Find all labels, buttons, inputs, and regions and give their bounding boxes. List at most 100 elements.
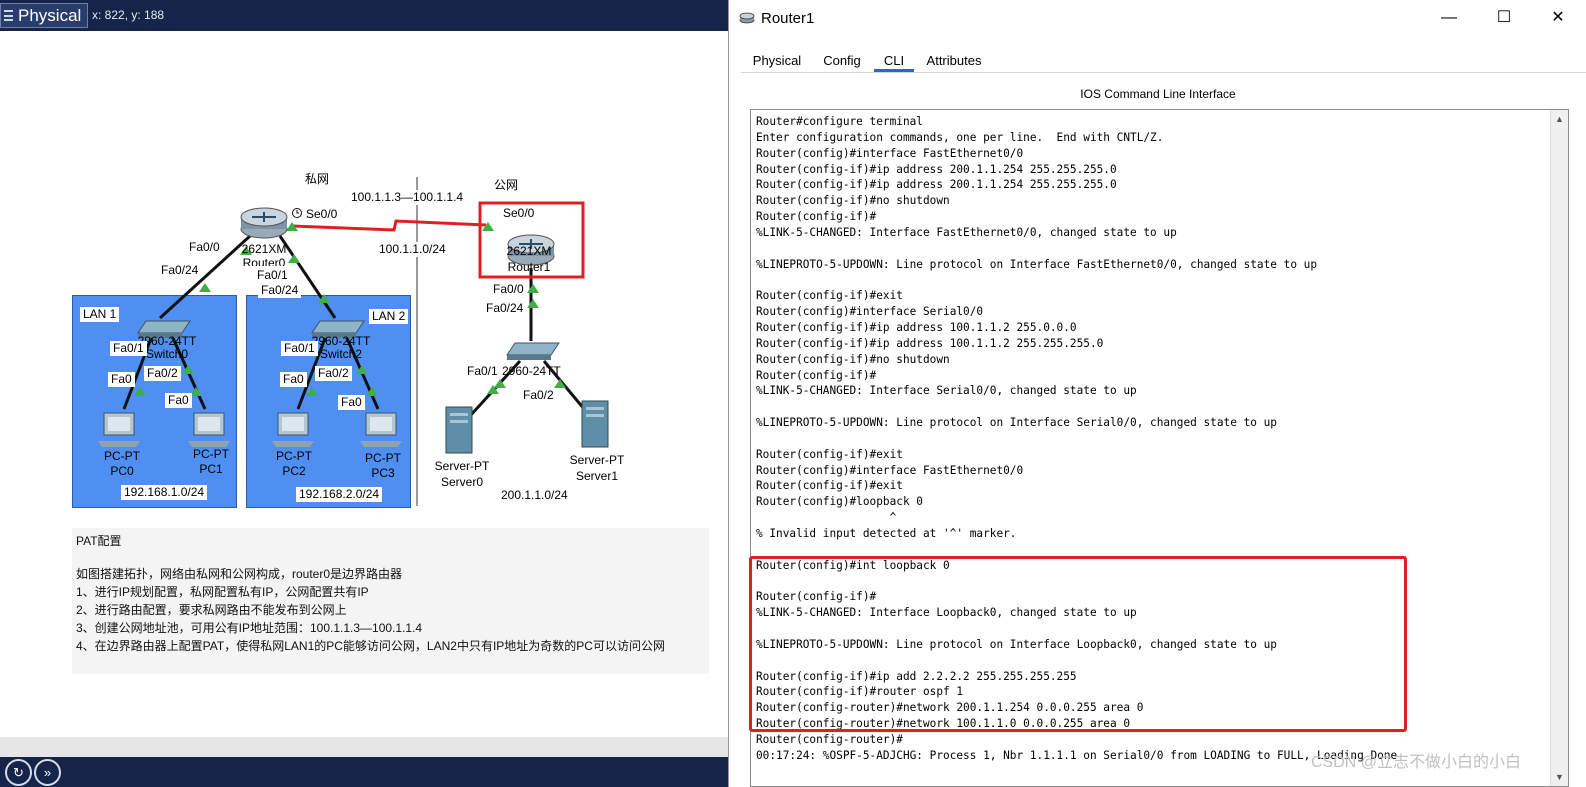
router0-device bbox=[240, 207, 288, 239]
router1-fa00-peer-label: Fa0/24 bbox=[483, 301, 527, 316]
simulation-toolbar: ↻ » bbox=[0, 757, 728, 787]
fast-forward-icon[interactable]: » bbox=[34, 759, 61, 786]
maximize-icon[interactable]: ☐ bbox=[1489, 6, 1519, 30]
public-switch-label: 2960-24TT bbox=[502, 364, 561, 378]
public-switch-fa01-label: Fa0/1 bbox=[464, 364, 501, 379]
horizontal-scrollbar[interactable] bbox=[0, 737, 728, 757]
terminal-line: Router(config-if)# bbox=[756, 368, 877, 382]
router0-name-label: Router0 bbox=[242, 256, 286, 266]
server1-type-label: Server-PT bbox=[569, 453, 625, 467]
terminal-line: Router(config)#interface FastEthernet0/0 bbox=[756, 463, 1024, 477]
note-title: PAT配置 bbox=[76, 534, 122, 548]
terminal-line: Router(config-if)#exit bbox=[756, 479, 903, 493]
pc0-type-label: PC-PT bbox=[104, 449, 140, 463]
terminal-line: Router(config-if)# bbox=[756, 210, 877, 224]
router0-model-label: 2621XM bbox=[241, 242, 287, 256]
terminal-line: Router(config-if)#no shutdown bbox=[756, 352, 950, 366]
pc2-device bbox=[272, 412, 314, 447]
router0-serial-label: Se0/0 bbox=[306, 207, 338, 221]
switch-public-device bbox=[506, 342, 560, 360]
terminal-line: Router(config-if)#ip address 200.1.1.254… bbox=[756, 162, 1117, 176]
private-network-label: 私网 bbox=[305, 172, 330, 186]
terminal-line: Router(config-if)#ip address 100.1.1.2 2… bbox=[756, 336, 1104, 350]
router0-fa00-label: Fa0/0 bbox=[186, 240, 223, 255]
server0-device bbox=[445, 406, 473, 454]
terminal-line: %LINK-5-CHANGED: Interface FastEthernet0… bbox=[756, 225, 1177, 239]
terminal-line: %LINEPROTO-5-UPDOWN: Line protocol on In… bbox=[756, 257, 1318, 271]
router1-serial-label: Se0/0 bbox=[503, 206, 535, 220]
router0-fa01-peer-label: Fa0/24 bbox=[258, 283, 302, 298]
terminal-line: Router(config-if)#ip address 100.1.1.2 2… bbox=[756, 320, 1077, 334]
minimize-icon[interactable]: — bbox=[1434, 6, 1464, 30]
pc2-type-label: PC-PT bbox=[276, 449, 312, 463]
pc1-type-label: PC-PT bbox=[193, 447, 229, 461]
cli-heading: IOS Command Line Interface bbox=[1080, 87, 1236, 101]
window-title: Router1 bbox=[761, 10, 815, 27]
public-network-label: 公网 bbox=[494, 178, 519, 192]
lan2-subnet-label: 192.168.2.0/24 bbox=[296, 487, 383, 502]
switch2-label: 2960-24TT Switch2 bbox=[311, 335, 371, 361]
close-icon[interactable]: ✕ bbox=[1543, 6, 1573, 30]
pc2-name-label: PC2 bbox=[282, 464, 306, 478]
workspace-panel: Physical x: 822, y: 188 私网 公网 100.1.1.3—… bbox=[0, 0, 728, 787]
physical-mode-tab[interactable]: Physical bbox=[0, 3, 88, 28]
terminal-line: % Invalid input detected at '^' marker. bbox=[756, 526, 1017, 540]
pc3-name-label: PC3 bbox=[371, 466, 395, 480]
watermark-text: CSDN @立志不做小白的小白 bbox=[1311, 754, 1522, 771]
server1-name-label: Server1 bbox=[575, 469, 619, 483]
terminal-line: %LINK-5-CHANGED: Interface Serial0/0, ch… bbox=[756, 384, 1137, 398]
terminal-line: 00:17:24: %OSPF-5-ADJCHG: Process 1, Nbr… bbox=[756, 748, 1398, 762]
terminal-line: Router(config)#interface Serial0/0 bbox=[756, 305, 984, 319]
router0-fa01-label: Fa0/1 bbox=[254, 268, 291, 283]
server0-type-label: Server-PT bbox=[434, 459, 490, 473]
public-switch-fa02-label: Fa0/2 bbox=[520, 388, 557, 403]
pc1-name-label: PC1 bbox=[199, 462, 223, 476]
workspace-toolbar: Physical x: 822, y: 188 bbox=[0, 0, 728, 31]
terminal-line: Router(config-if)#exit bbox=[756, 289, 903, 303]
server0-name-label: Server0 bbox=[440, 475, 484, 489]
tab-cli[interactable]: CLI bbox=[874, 50, 914, 72]
terminal-scrollbar[interactable]: ▲ ▼ bbox=[1550, 110, 1568, 786]
physical-mode-label: Physical bbox=[18, 6, 82, 25]
pc3-type-label: PC-PT bbox=[365, 451, 401, 465]
pc0-name-label: PC0 bbox=[110, 464, 134, 478]
wan-subnet-label: 100.1.1.0/24 bbox=[376, 242, 449, 257]
terminal-line: %LINEPROTO-5-UPDOWN: Line protocol on In… bbox=[756, 416, 1277, 430]
pc3-device bbox=[360, 412, 402, 447]
terminal-line: Router(config-if)#no shutdown bbox=[756, 194, 950, 208]
tab-config[interactable]: Config bbox=[819, 50, 865, 72]
router1-name-label: Router1 bbox=[507, 260, 551, 274]
scroll-up-icon[interactable]: ▲ bbox=[1555, 114, 1564, 124]
pc1-port-label: Fa0 bbox=[165, 393, 192, 408]
instruction-note[interactable]: PAT配置 如图搭建拓扑，网络由私网和公网构成，router0是边界路由器 1、… bbox=[72, 528, 709, 674]
terminal-line: Router(config-if)#exit bbox=[756, 447, 903, 461]
cursor-coordinates: x: 822, y: 188 bbox=[92, 8, 165, 22]
server1-device bbox=[581, 400, 609, 448]
tab-attributes[interactable]: Attributes bbox=[922, 50, 986, 72]
terminal-line: Router(config-router)# bbox=[756, 732, 903, 746]
reset-time-icon[interactable]: ↻ bbox=[5, 759, 32, 786]
address-pool-label: 100.1.1.3—100.1.1.4 bbox=[348, 190, 467, 205]
tab-physical[interactable]: Physical bbox=[749, 50, 805, 72]
switch2-fa01-label: Fa0/1 bbox=[281, 341, 318, 356]
pc0-port-label: Fa0 bbox=[108, 372, 135, 387]
lan1-subnet-label: 192.168.1.0/24 bbox=[121, 485, 208, 500]
note-line: 2、进行路由配置，要求私网路由不能发布到公网上 bbox=[76, 603, 347, 617]
pc0-device bbox=[98, 412, 140, 447]
switch0-fa02-label: Fa0/2 bbox=[144, 366, 181, 381]
router-app-icon bbox=[739, 12, 755, 24]
note-line: 4、在边界路由器上配置PAT，使得私网LAN1的PC能够访问公网，LAN2中只有… bbox=[76, 639, 665, 653]
switch2-fa02-label: Fa0/2 bbox=[315, 366, 352, 381]
scroll-down-icon[interactable]: ▼ bbox=[1555, 772, 1564, 782]
pc2-port-label: Fa0 bbox=[280, 372, 307, 387]
switch0-fa01-label: Fa0/1 bbox=[110, 341, 147, 356]
menu-icon bbox=[4, 10, 13, 21]
lan2-label: LAN 2 bbox=[369, 309, 409, 324]
router1-model-label: 2621XM bbox=[506, 244, 552, 258]
pc3-port-label: Fa0 bbox=[338, 395, 365, 410]
router0-fa00-peer-label: Fa0/24 bbox=[158, 263, 202, 278]
terminal-line: Enter configuration commands, one per li… bbox=[756, 130, 1164, 144]
